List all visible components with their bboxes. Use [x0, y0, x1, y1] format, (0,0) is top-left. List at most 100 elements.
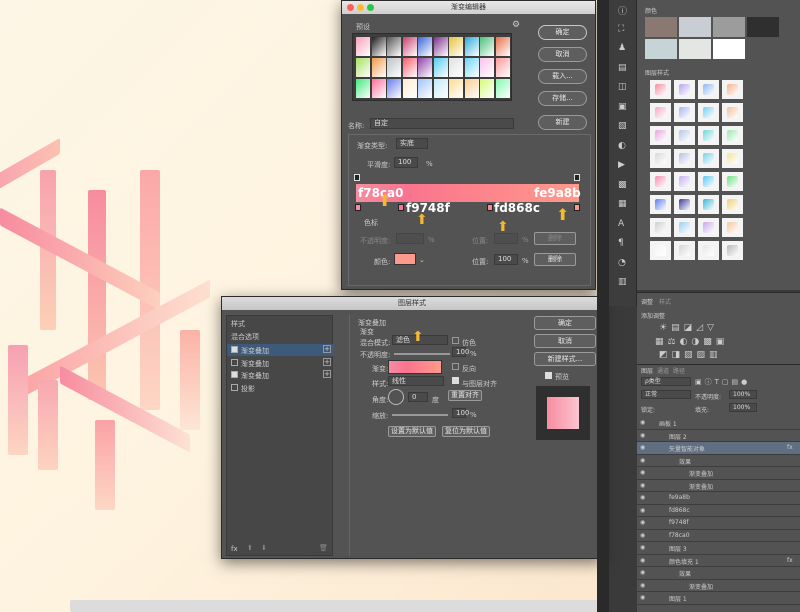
opacity-slider[interactable] [394, 353, 450, 355]
layer-style-tile[interactable] [722, 149, 743, 168]
visibility-eye-icon[interactable]: ◉ [640, 582, 645, 589]
layer-style-tile[interactable] [674, 126, 695, 145]
layer-style-tile[interactable] [698, 149, 719, 168]
scale-input[interactable]: 100 [452, 408, 469, 418]
layer-style-tile[interactable] [650, 218, 671, 237]
gradient-preset[interactable] [495, 79, 510, 98]
add-effect-icon[interactable]: + [323, 357, 331, 366]
layer-kind-filter[interactable]: ρ类型 [641, 377, 691, 386]
layer-style-cancel-button[interactable]: 取消 [534, 334, 596, 348]
smoothness-input[interactable]: 100 [394, 157, 418, 168]
chevron-down-icon[interactable]: ⌄ [419, 256, 425, 264]
gradient-preset[interactable] [402, 79, 417, 98]
reset-default-button[interactable]: 复位为默认值 [442, 426, 490, 437]
color-swatch[interactable] [645, 17, 677, 37]
layer-row[interactable]: ◉ 图层 3 [637, 542, 800, 555]
panel-dock-icon[interactable]: ⛶ [618, 24, 624, 34]
gradient-preset[interactable] [356, 58, 370, 77]
move-up-icon[interactable]: ⬆ [247, 544, 253, 552]
visibility-eye-icon[interactable]: ◉ [640, 419, 645, 426]
gradient-preset[interactable] [371, 79, 386, 98]
layer-style-tile[interactable] [722, 80, 743, 99]
align-with-layer-checkbox[interactable] [452, 377, 459, 384]
layer-fx-icon[interactable]: fx [787, 444, 793, 451]
layer-style-tile[interactable] [698, 80, 719, 99]
layer-style-tile[interactable] [722, 218, 743, 237]
channels-tab[interactable]: 通道 [657, 366, 669, 375]
layer-style-tile[interactable] [722, 126, 743, 145]
color-stop-4[interactable] [574, 204, 580, 211]
gradient-preset[interactable] [449, 79, 463, 98]
panel-dock-icon[interactable]: ▶ [618, 160, 625, 170]
layer-style-tile[interactable] [698, 103, 719, 122]
color-swatch[interactable] [679, 17, 711, 37]
layer-row[interactable]: ◉ 颜色填充 1 fx [637, 555, 800, 567]
gradient-preset[interactable] [480, 79, 494, 98]
style-item[interactable]: 渐变叠加 + [227, 357, 334, 369]
gradient-preset[interactable] [433, 79, 448, 98]
gradient-preset[interactable] [387, 79, 401, 98]
color-stop-1[interactable] [355, 204, 361, 211]
visibility-eye-icon[interactable]: ◉ [640, 532, 645, 539]
dither-checkbox[interactable] [452, 337, 459, 344]
gradient-preset[interactable] [464, 58, 479, 77]
stop-opacity-input[interactable] [396, 233, 424, 244]
layer-style-tile[interactable] [698, 218, 719, 237]
color-swatch[interactable] [645, 39, 677, 59]
gradient-preset[interactable] [402, 37, 417, 56]
panel-dock-icon[interactable]: ▤ [618, 63, 627, 73]
close-window-icon[interactable] [347, 4, 354, 11]
gradient-picker[interactable] [388, 360, 442, 374]
layer-filter-icons[interactable]: ▣ⓘT▢▤● [695, 377, 750, 387]
color-swatch[interactable] [713, 17, 745, 37]
gradient-name-input[interactable]: 自定 [370, 118, 514, 129]
blending-options-item[interactable]: 混合选项 [231, 332, 259, 342]
layer-style-tile[interactable] [722, 241, 743, 260]
panel-dock-icon[interactable]: ▥ [618, 277, 627, 287]
gradient-preset[interactable] [418, 58, 432, 77]
gradient-preset[interactable] [480, 58, 494, 77]
layer-style-tile[interactable] [650, 126, 671, 145]
move-down-icon[interactable]: ⬇ [261, 544, 267, 552]
layer-row[interactable]: ◉ fe9a8b [637, 492, 800, 505]
gradient-preset[interactable] [495, 58, 510, 77]
style-item[interactable]: 投影 [227, 382, 334, 394]
gradient-cancel-button[interactable]: 取消 [538, 47, 587, 62]
layer-style-tile[interactable] [674, 149, 695, 168]
layer-style-tile[interactable] [722, 172, 743, 191]
color-swatch[interactable] [713, 39, 745, 59]
gradient-preset[interactable] [480, 37, 494, 56]
panel-dock-icon[interactable]: ♟ [618, 43, 626, 53]
panel-dock-icon[interactable]: ▧ [618, 121, 627, 131]
fx-menu-icon[interactable]: fx [231, 545, 238, 553]
panel-dock-icon[interactable]: ¶ [618, 238, 624, 248]
panel-dock-icon[interactable]: ▣ [618, 102, 627, 112]
canvas-vertical-scrollbar[interactable] [597, 0, 609, 612]
layer-style-tile[interactable] [674, 172, 695, 191]
save-button[interactable]: 存储... [538, 91, 587, 106]
layer-row[interactable]: ◉ 图层 2 [637, 430, 800, 442]
layer-style-tile[interactable] [674, 218, 695, 237]
layers-tab[interactable]: 图层 [641, 366, 653, 375]
gradient-preset[interactable] [356, 37, 370, 56]
layer-style-tile[interactable] [698, 241, 719, 260]
panel-dock-icon[interactable]: ▦ [618, 199, 627, 209]
visibility-eye-icon[interactable]: ◉ [640, 457, 645, 464]
layer-opacity-input[interactable]: 100% [729, 390, 757, 399]
visibility-eye-icon[interactable]: ◉ [640, 569, 645, 576]
layer-row[interactable]: ◉ 矢量智能对象 fx [637, 442, 800, 455]
gradient-preset[interactable] [449, 58, 463, 77]
layer-style-tile[interactable] [650, 195, 671, 214]
style-checkbox[interactable] [231, 358, 238, 366]
layer-style-tile[interactable] [674, 80, 695, 99]
visibility-eye-icon[interactable]: ◉ [640, 432, 645, 439]
gradient-preset[interactable] [495, 37, 510, 56]
layer-style-ok-button[interactable]: 确定 [534, 316, 596, 330]
style-checkbox[interactable] [231, 371, 238, 378]
layer-style-tile[interactable] [722, 195, 743, 214]
reset-alignment-button[interactable]: 重置对齐 [448, 390, 482, 401]
gradient-preset[interactable] [371, 37, 386, 56]
zoom-window-icon[interactable] [367, 4, 374, 11]
opacity-location-input[interactable] [494, 233, 518, 244]
layer-style-tile[interactable] [650, 80, 671, 99]
